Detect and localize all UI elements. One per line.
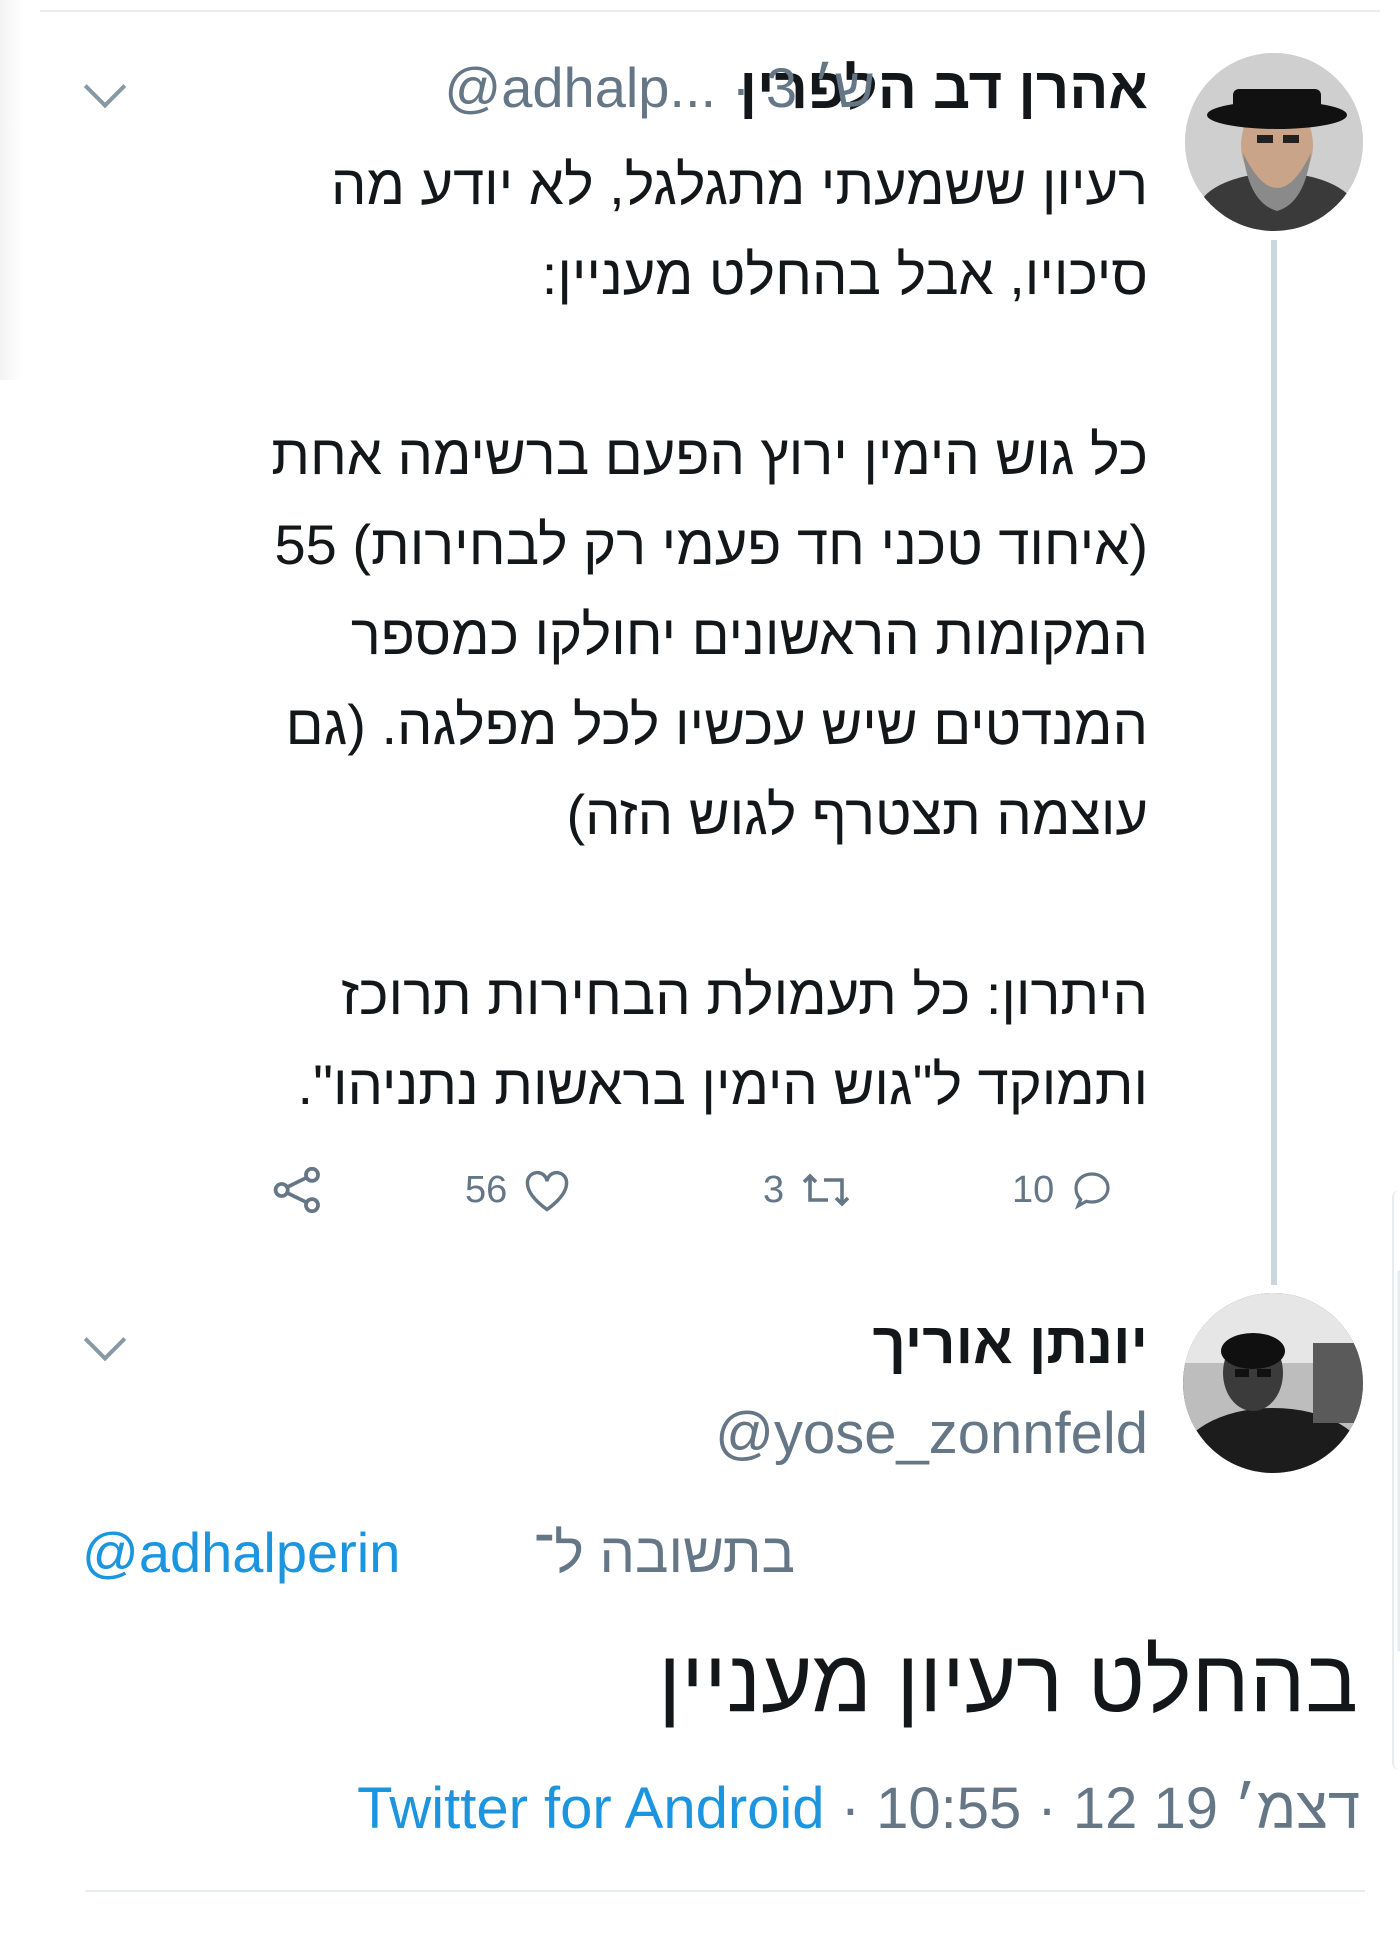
chevron-down-icon[interactable] bbox=[83, 65, 127, 109]
top-divider bbox=[40, 10, 1380, 12]
like-action[interactable]: 56 bbox=[465, 1160, 573, 1220]
retweet-count: 3 bbox=[763, 1168, 785, 1211]
reply-author-handle[interactable]: @yose_zonnfeld bbox=[715, 1400, 1148, 1467]
right-panel-edge bbox=[1392, 1190, 1400, 1770]
reply-icon bbox=[1074, 1172, 1110, 1210]
tweet-handle-time[interactable]: @adhalp... · 3 ש׳ bbox=[444, 55, 875, 120]
like-count: 56 bbox=[465, 1168, 508, 1211]
bottom-divider bbox=[85, 1890, 1365, 1892]
replying-to-handle[interactable]: @adhalperin bbox=[82, 1520, 400, 1585]
reply-author-name[interactable]: יונתן אוריך bbox=[873, 1310, 1149, 1377]
avatar-yose-zonnfeld[interactable] bbox=[1183, 1293, 1363, 1473]
tweet-meta: Twitter for Android · 10:55 · 12 דצמ׳ 19 bbox=[357, 1775, 1360, 1842]
reply-action[interactable]: 10 bbox=[1012, 1160, 1116, 1220]
retweet-icon bbox=[802, 1173, 850, 1207]
share-icon bbox=[273, 1166, 320, 1214]
tweet-timestamp[interactable]: 10:55 · 12 דצמ׳ 19 bbox=[876, 1776, 1360, 1841]
tweet-source-link[interactable]: Twitter for Android bbox=[357, 1776, 824, 1841]
reply-text: בהחלט רעיון מעניין bbox=[658, 1631, 1358, 1730]
retweet-action[interactable]: 3 bbox=[763, 1160, 854, 1220]
like-icon bbox=[526, 1170, 569, 1212]
chevron-down-icon[interactable] bbox=[83, 1318, 127, 1362]
replying-to-label: בתשובה ל־ bbox=[532, 1521, 795, 1584]
reply-count: 10 bbox=[1012, 1168, 1055, 1211]
tweet-text: רעיון ששמעתי מתגלגל, לא יודע מה סיכויו, … bbox=[271, 153, 1148, 1116]
left-edge-shadow bbox=[0, 0, 22, 380]
avatar-adhalperin[interactable] bbox=[1185, 53, 1363, 231]
share-action[interactable] bbox=[270, 1160, 326, 1220]
thread-line bbox=[1271, 240, 1277, 1285]
meta-separator: · bbox=[840, 1776, 877, 1841]
